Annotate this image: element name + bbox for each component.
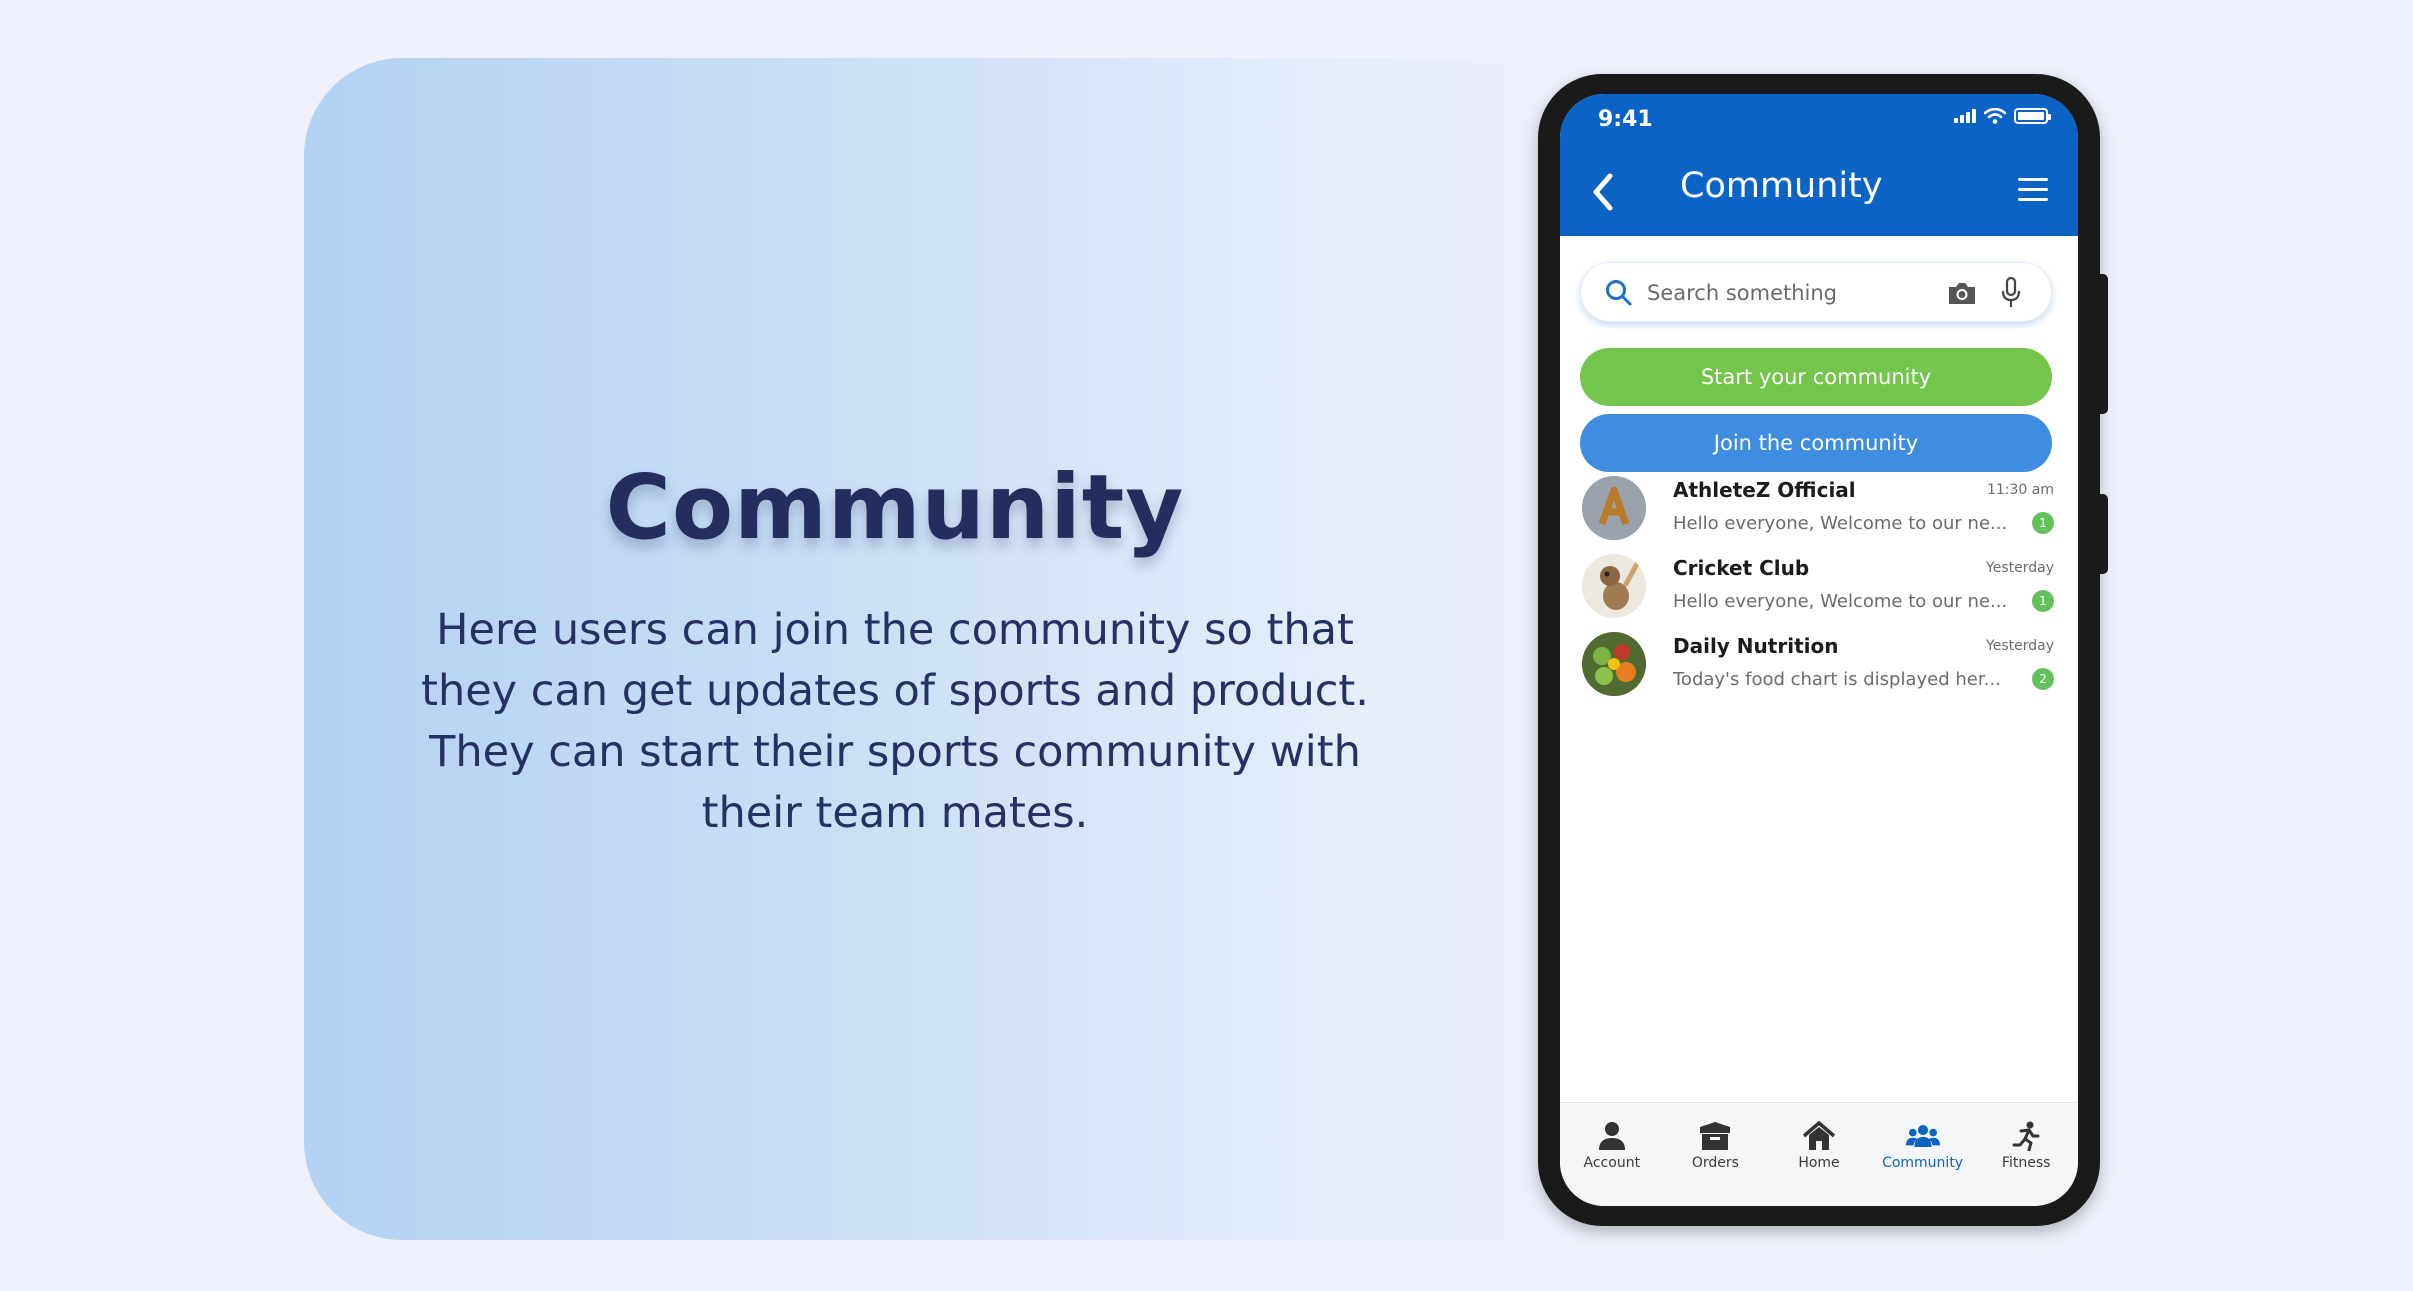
nav-label: Account <box>1583 1155 1641 1171</box>
nav-fitness[interactable]: Fitness <box>1981 1121 2071 1171</box>
community-message: Hello everyone, Welcome to our ne... <box>1673 591 2008 612</box>
nav-label: Fitness <box>2001 1155 2051 1171</box>
camera-icon[interactable] <box>1947 279 1977 307</box>
microphone-icon[interactable] <box>2001 277 2021 309</box>
users-icon <box>1905 1124 1940 1148</box>
phone-side-button <box>2098 274 2108 414</box>
community-name: Cricket Club <box>1673 556 1810 580</box>
avatar <box>1582 632 1646 696</box>
community-name: Daily Nutrition <box>1673 634 1839 658</box>
wifi-icon <box>1984 108 2006 124</box>
join-community-button[interactable]: Join the community <box>1580 414 2052 472</box>
back-icon[interactable] <box>1586 172 1622 212</box>
person-icon <box>1598 1122 1625 1150</box>
avatar <box>1582 554 1646 618</box>
start-community-button[interactable]: Start your community <box>1580 348 2052 406</box>
nav-home[interactable]: Home <box>1774 1121 1864 1171</box>
community-item[interactable]: Daily Nutrition Yesterday Today's food c… <box>1560 628 2078 700</box>
battery-icon <box>2014 108 2051 124</box>
cricket-mascot-icon <box>1582 554 1646 618</box>
avatar <box>1582 476 1646 540</box>
hero-title: Community <box>605 455 1185 559</box>
status-bar: 9:41 <box>1560 94 2078 144</box>
hero-description: Here users can join the community so tha… <box>421 605 1369 838</box>
community-list: AthleteZ Official 11:30 am Hello everyon… <box>1560 472 2078 706</box>
nav-account[interactable]: Account <box>1567 1121 1657 1171</box>
status-icons <box>1954 108 2051 124</box>
hamburger-menu-icon[interactable] <box>2018 178 2048 202</box>
food-bowl-icon <box>1582 632 1646 696</box>
nav-label: Community <box>1882 1155 1964 1171</box>
unread-badge: 2 <box>2032 668 2054 690</box>
community-message: Today's food chart is displayed her... <box>1673 669 2001 690</box>
app-header: Community <box>1560 144 2078 236</box>
community-item[interactable]: Cricket Club Yesterday Hello everyone, W… <box>1560 550 2078 622</box>
phone-mockup: 9:41 Community Search something Start yo… <box>1538 74 2108 1226</box>
search-icon[interactable] <box>1605 279 1633 307</box>
bottom-nav: Account Orders Home Community Fitness <box>1560 1102 2078 1206</box>
community-item[interactable]: AthleteZ Official 11:30 am Hello everyon… <box>1560 472 2078 544</box>
search-input[interactable] <box>1647 275 1927 311</box>
unread-badge: 1 <box>2032 512 2054 534</box>
athletez-logo-icon <box>1582 476 1646 540</box>
search-bar <box>1580 262 2052 322</box>
box-icon <box>1700 1122 1731 1150</box>
community-message: Hello everyone, Welcome to our ne... <box>1673 513 2008 534</box>
community-time: Yesterday <box>1986 560 2054 576</box>
signal-icon <box>1954 109 1976 123</box>
home-icon <box>1802 1121 1836 1150</box>
header-title: Community <box>1680 166 1883 206</box>
phone-screen: 9:41 Community Search something Start yo… <box>1560 94 2078 1206</box>
nav-label: Orders <box>1691 1155 1739 1171</box>
nav-community[interactable]: Community <box>1878 1121 1968 1171</box>
status-time: 9:41 <box>1598 107 1653 132</box>
running-icon <box>2012 1121 2040 1151</box>
community-time: 11:30 am <box>1986 482 2054 498</box>
nav-orders[interactable]: Orders <box>1670 1121 1760 1171</box>
community-time: Yesterday <box>1986 638 2054 654</box>
community-name: AthleteZ Official <box>1673 478 1856 502</box>
phone-side-button <box>2098 494 2108 574</box>
unread-badge: 1 <box>2032 590 2054 612</box>
nav-label: Home <box>1798 1155 1840 1171</box>
